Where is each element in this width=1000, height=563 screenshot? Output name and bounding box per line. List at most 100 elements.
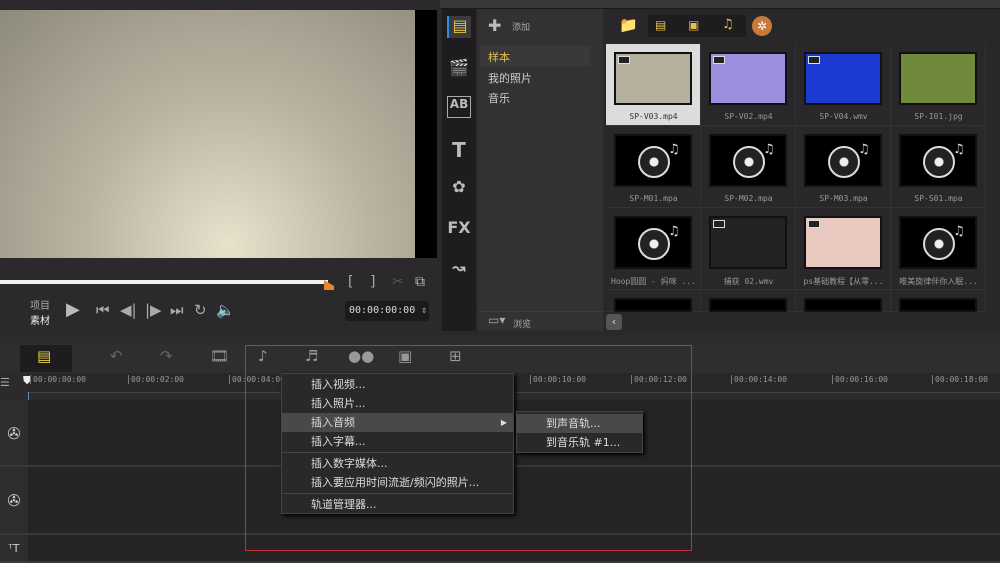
music-note-icon: ♫ xyxy=(763,142,775,157)
media-item[interactable]: SP-V03.mp4 xyxy=(606,44,701,126)
volume-button[interactable]: 🔈 xyxy=(216,301,235,319)
menu-item-insert-photo[interactable]: 插入照片... xyxy=(282,394,513,413)
media-item-partial[interactable] xyxy=(891,290,986,312)
media-name: 捕获 02.wmv xyxy=(723,277,774,286)
folder-icon[interactable]: 📁 xyxy=(619,16,638,34)
menu-item-to-voice-track[interactable]: 到声音轨... xyxy=(517,414,642,433)
project-mode-label[interactable]: 项目 xyxy=(30,297,50,312)
media-item[interactable]: SP-V02.mp4 xyxy=(701,44,796,126)
track-manager-icon[interactable]: ☰ xyxy=(0,376,10,389)
media-item[interactable]: ps基础教程【从零... xyxy=(796,208,891,290)
timecode-field[interactable]: 00:00:00:00 ⇕ xyxy=(345,301,429,321)
title-icon[interactable]: T xyxy=(447,138,471,162)
media-item[interactable]: ♫ Hoop圆圆 - 妈咪 ... xyxy=(606,208,701,290)
repeat-button[interactable]: ↻ xyxy=(194,301,207,319)
show-audio-icon[interactable]: ♫ xyxy=(722,17,734,32)
record-capture-icon[interactable]: 🎞 xyxy=(210,347,229,365)
media-item[interactable]: ♫ SP-M02.mpa xyxy=(701,126,796,208)
instant-project-icon[interactable]: 🎬 xyxy=(447,58,471,80)
media-name: SP-M01.mpa xyxy=(629,194,678,203)
media-thumbnail xyxy=(899,298,977,312)
media-item[interactable]: ♫ SP-M03.mpa xyxy=(796,126,891,208)
folder-item[interactable]: 音乐 xyxy=(488,90,510,106)
title-track-header[interactable]: ᵀT xyxy=(0,535,28,563)
media-thumbnail xyxy=(804,216,882,269)
media-item[interactable]: SP-V04.wmv xyxy=(796,44,891,126)
menu-item-insert-audio[interactable]: 插入音频 ▶ xyxy=(282,413,513,432)
mark-in-button[interactable]: [ xyxy=(348,274,353,290)
overlay-track-header[interactable]: ✇ xyxy=(0,467,28,535)
menu-item-insert-digital-media[interactable]: 插入数字媒体... xyxy=(282,454,513,473)
media-item-partial[interactable] xyxy=(701,290,796,312)
next-frame-button[interactable]: |▶ xyxy=(145,301,162,319)
submenu-arrow-icon: ▶ xyxy=(500,418,507,427)
menu-item-insert-subtitle[interactable]: 插入字幕... xyxy=(282,432,513,451)
film-reel-icon: ✇ xyxy=(7,424,21,443)
menu-item-track-manager[interactable]: 轨道管理器... xyxy=(282,495,513,514)
media-name: SP-I01.jpg xyxy=(914,112,963,121)
video-badge-icon xyxy=(618,56,630,64)
undo-icon[interactable]: ↶ xyxy=(110,347,123,365)
scroll-left-button[interactable]: ‹ xyxy=(606,314,622,330)
media-name: SP-V02.mp4 xyxy=(724,112,773,121)
path-icon[interactable]: ↝ xyxy=(447,258,471,280)
preview-border xyxy=(415,10,437,258)
media-icon[interactable]: ▤ xyxy=(447,16,471,38)
play-button[interactable]: ▶ xyxy=(66,299,80,320)
media-thumbnail xyxy=(614,52,692,105)
media-item-partial[interactable] xyxy=(606,290,701,312)
folder-item[interactable]: 样本 xyxy=(488,49,510,65)
music-note-icon: ♫ xyxy=(953,224,965,239)
enlarge-icon[interactable]: ⧉ xyxy=(415,274,425,290)
home-button[interactable]: ⏮ xyxy=(96,301,110,319)
clip-mode-label[interactable]: 素材 xyxy=(30,312,50,327)
audio-disc-icon xyxy=(828,146,860,178)
redo-icon[interactable]: ↷ xyxy=(160,347,173,365)
show-photo-icon[interactable]: ▣ xyxy=(688,18,699,32)
browse-icon[interactable]: ▭▾ xyxy=(488,313,505,327)
audio-submenu: 到声音轨... 到音乐轨 #1... xyxy=(516,411,643,453)
scrubber-bar[interactable] xyxy=(0,280,328,284)
end-button[interactable]: ⏭ xyxy=(170,301,184,319)
media-name: SP-V03.mp4 xyxy=(629,112,678,121)
filter-icon[interactable]: FX xyxy=(447,218,471,240)
menu-item-insert-video[interactable]: 插入视频... xyxy=(282,375,513,394)
media-item[interactable]: ♫ 唯美旋律伴你入眠... xyxy=(891,208,986,290)
split-icon[interactable]: ✂ xyxy=(392,274,404,290)
context-menu: 插入视频... 插入照片... 插入音频 ▶ 插入字幕... 插入数字媒体... … xyxy=(281,373,514,514)
media-item[interactable]: 捕获 02.wmv xyxy=(701,208,796,290)
sort-icon[interactable]: ✲ xyxy=(752,16,772,36)
add-icon[interactable]: ✚ xyxy=(488,16,501,35)
transition-icon[interactable]: AB xyxy=(447,96,471,118)
media-thumbnail xyxy=(614,298,692,312)
mark-out-button[interactable]: ] xyxy=(370,274,375,290)
audio-disc-icon xyxy=(733,146,765,178)
folder-item[interactable]: 我的照片 xyxy=(488,70,532,86)
menu-separator xyxy=(282,452,513,453)
ruler-tick: 00:00:18:00 xyxy=(932,375,988,384)
preview-video xyxy=(0,10,415,258)
timecode-value: 00:00:00:00 xyxy=(349,305,416,316)
media-thumbnail: ♫ xyxy=(899,134,977,187)
music-note-icon: ♫ xyxy=(953,142,965,157)
timeline-view-icon[interactable]: ▤ xyxy=(37,347,51,365)
media-item-partial[interactable] xyxy=(796,290,891,312)
media-thumbnail xyxy=(804,52,882,105)
spin-icon[interactable]: ⇕ xyxy=(421,305,427,316)
media-item[interactable]: ♫ SP-M01.mpa xyxy=(606,126,701,208)
media-item[interactable]: ♫ SP-S01.mpa xyxy=(891,126,986,208)
menu-item-insert-timelapse-photo[interactable]: 插入要应用时间流逝/频闪的照片... xyxy=(282,473,513,492)
ruler-tick: 00:00:16:00 xyxy=(832,375,888,384)
video-track-header[interactable]: ✇ xyxy=(0,400,28,467)
show-video-icon[interactable]: ▤ xyxy=(655,18,666,32)
prev-frame-button[interactable]: ◀| xyxy=(120,301,137,319)
panel-grip[interactable] xyxy=(440,0,1000,9)
media-thumbnail xyxy=(709,216,787,269)
media-item[interactable]: SP-I01.jpg xyxy=(891,44,986,126)
media-thumbnail xyxy=(899,52,977,105)
video-badge-icon xyxy=(808,56,820,64)
browse-button[interactable]: 浏览 xyxy=(513,317,531,330)
menu-item-to-music-track[interactable]: 到音乐轨 #1... xyxy=(517,433,642,452)
graphic-icon[interactable]: ✿ xyxy=(447,177,471,199)
add-folder-button[interactable]: 添加 xyxy=(512,20,530,33)
